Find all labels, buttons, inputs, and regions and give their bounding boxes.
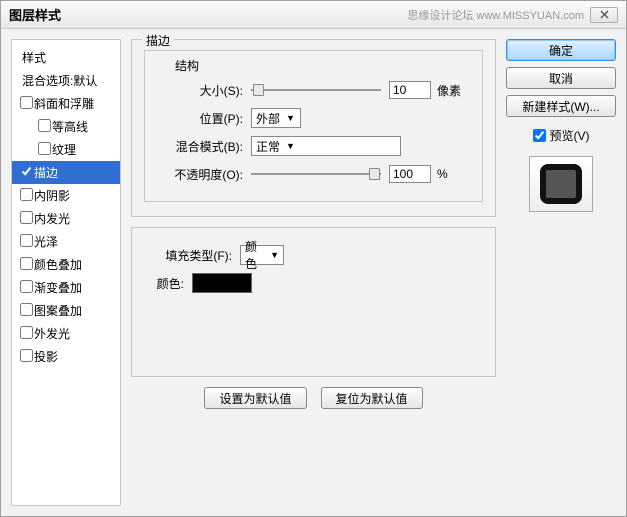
- style-item-8[interactable]: 渐变叠加: [12, 276, 120, 299]
- style-label: 等高线: [52, 120, 88, 134]
- style-checkbox-3[interactable]: [20, 165, 33, 178]
- style-checkbox-10[interactable]: [20, 326, 33, 339]
- style-label: 图案叠加: [34, 304, 82, 318]
- dialog-title: 图层样式: [9, 5, 407, 24]
- size-unit: 像素: [437, 82, 461, 99]
- structure-group: 结构 大小(S): 10 像素 位置(P): 外部▼ 混合模式(B): 正常▼: [144, 50, 483, 202]
- blend-mode-label: 混合模式(B):: [155, 138, 243, 155]
- style-label: 颜色叠加: [34, 258, 82, 272]
- titlebar: 图层样式 思缘设计论坛 www.MISSYUAN.com: [1, 1, 626, 29]
- size-slider-thumb[interactable]: [253, 84, 264, 96]
- style-checkbox-6[interactable]: [20, 234, 33, 247]
- opacity-input[interactable]: 100: [389, 165, 431, 183]
- style-label: 描边: [34, 166, 58, 180]
- style-item-7[interactable]: 颜色叠加: [12, 253, 120, 276]
- size-input[interactable]: 10: [389, 81, 431, 99]
- opacity-slider-thumb[interactable]: [369, 168, 380, 180]
- style-checkbox-11[interactable]: [20, 349, 33, 362]
- style-item-9[interactable]: 图案叠加: [12, 299, 120, 322]
- style-item-2[interactable]: 纹理: [12, 138, 120, 161]
- stroke-legend: 描边: [142, 32, 174, 49]
- style-label: 斜面和浮雕: [34, 97, 94, 111]
- style-checkbox-9[interactable]: [20, 303, 33, 316]
- preview-box: [529, 156, 593, 212]
- style-checkbox-7[interactable]: [20, 257, 33, 270]
- opacity-unit: %: [437, 167, 448, 181]
- opacity-label: 不透明度(O):: [155, 166, 243, 183]
- style-checkbox-0[interactable]: [20, 96, 33, 109]
- close-icon: [600, 10, 609, 19]
- chevron-down-icon: ▼: [270, 250, 279, 260]
- preview-swatch: [540, 164, 582, 204]
- settings-panel: 描边 结构 大小(S): 10 像素 位置(P): 外部▼ 混合模式(B):: [131, 39, 496, 506]
- watermark-text: 思缘设计论坛 www.MISSYUAN.com: [407, 7, 584, 23]
- close-button[interactable]: [590, 7, 618, 23]
- style-item-6[interactable]: 光泽: [12, 230, 120, 253]
- blend-mode-dropdown[interactable]: 正常▼: [251, 136, 401, 156]
- color-swatch[interactable]: [192, 273, 252, 293]
- blend-options-default[interactable]: 混合选项:默认: [12, 69, 120, 92]
- style-item-10[interactable]: 外发光: [12, 322, 120, 345]
- stroke-group: 描边 结构 大小(S): 10 像素 位置(P): 外部▼ 混合模式(B):: [131, 39, 496, 217]
- style-item-5[interactable]: 内发光: [12, 207, 120, 230]
- opacity-slider[interactable]: [251, 173, 381, 175]
- ok-button[interactable]: 确定: [506, 39, 616, 61]
- style-label: 光泽: [34, 235, 58, 249]
- position-dropdown[interactable]: 外部▼: [251, 108, 301, 128]
- reset-default-button[interactable]: 复位为默认值: [321, 387, 423, 409]
- preview-label: 预览(V): [550, 127, 590, 144]
- style-item-4[interactable]: 内阴影: [12, 184, 120, 207]
- chevron-down-icon: ▼: [286, 113, 295, 123]
- make-default-button[interactable]: 设置为默认值: [204, 387, 306, 409]
- style-checkbox-2[interactable]: [38, 142, 51, 155]
- style-label: 内发光: [34, 212, 70, 226]
- position-label: 位置(P):: [155, 110, 243, 127]
- style-item-11[interactable]: 投影: [12, 345, 120, 368]
- styles-panel: 样式 混合选项:默认 斜面和浮雕等高线纹理描边内阴影内发光光泽颜色叠加渐变叠加图…: [11, 39, 121, 506]
- style-item-3[interactable]: 描边: [12, 161, 120, 184]
- structure-legend: 结构: [171, 57, 203, 74]
- style-label: 内阴影: [34, 189, 70, 203]
- style-checkbox-5[interactable]: [20, 211, 33, 224]
- style-checkbox-8[interactable]: [20, 280, 33, 293]
- color-label: 颜色:: [144, 275, 184, 292]
- style-label: 纹理: [52, 143, 76, 157]
- style-label: 渐变叠加: [34, 281, 82, 295]
- chevron-down-icon: ▼: [286, 141, 295, 151]
- cancel-button[interactable]: 取消: [506, 67, 616, 89]
- size-label: 大小(S):: [155, 82, 243, 99]
- style-item-1[interactable]: 等高线: [12, 115, 120, 138]
- layer-style-dialog: 图层样式 思缘设计论坛 www.MISSYUAN.com 样式 混合选项:默认 …: [0, 0, 627, 517]
- fill-type-label: 填充类型(F):: [144, 247, 232, 264]
- preview-checkbox[interactable]: [533, 129, 546, 142]
- style-label: 外发光: [34, 327, 70, 341]
- fill-type-dropdown[interactable]: 颜色▼: [240, 245, 284, 265]
- style-item-0[interactable]: 斜面和浮雕: [12, 92, 120, 115]
- size-slider[interactable]: [251, 89, 381, 91]
- fill-group: 填充类型(F): 颜色▼ 颜色:: [131, 227, 496, 377]
- right-panel: 确定 取消 新建样式(W)... 预览(V): [506, 39, 616, 506]
- style-checkbox-4[interactable]: [20, 188, 33, 201]
- style-label: 投影: [34, 350, 58, 364]
- new-style-button[interactable]: 新建样式(W)...: [506, 95, 616, 117]
- style-checkbox-1[interactable]: [38, 119, 51, 132]
- styles-header: 样式: [12, 46, 120, 69]
